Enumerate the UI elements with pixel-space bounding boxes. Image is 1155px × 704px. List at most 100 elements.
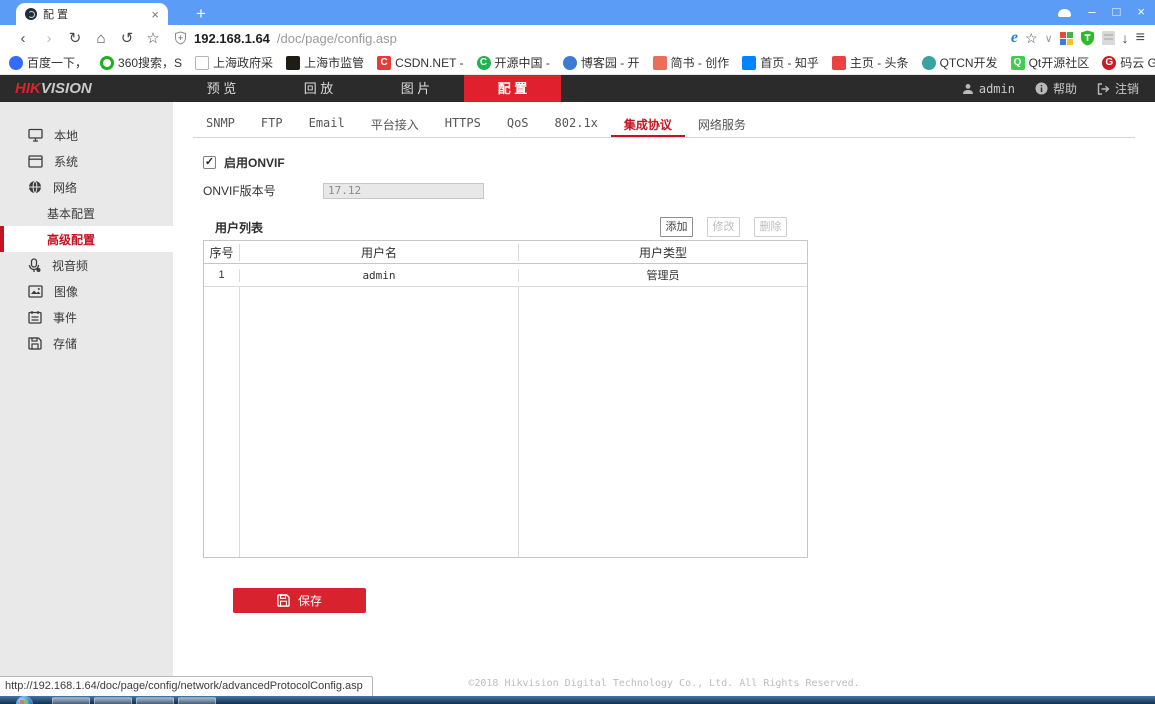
- nav-preview[interactable]: 预 览: [173, 75, 270, 102]
- sidebar-item-image[interactable]: 图像: [0, 278, 173, 304]
- bookmark-toutiao[interactable]: 主页 - 头条: [832, 54, 909, 71]
- minimize-button[interactable]: –: [1088, 4, 1095, 19]
- refresh-icon[interactable]: ↻: [62, 31, 88, 46]
- save-button[interactable]: 保存: [233, 588, 366, 613]
- sidebar-item-advanced-config[interactable]: 高级配置: [0, 226, 173, 252]
- tab-https[interactable]: HTTPS: [432, 116, 494, 137]
- bookmark-qtclub[interactable]: QQt开源社区: [1011, 54, 1090, 71]
- new-tab-button[interactable]: +: [196, 5, 206, 22]
- bookmark-oschina[interactable]: C开源中国 -: [477, 54, 550, 71]
- nav-playback[interactable]: 回 放: [270, 75, 367, 102]
- help-button[interactable]: 帮助: [1035, 80, 1077, 97]
- home-icon[interactable]: ⌂: [88, 31, 114, 46]
- modify-user-button: 修改: [707, 217, 740, 237]
- user-table-header: 序号 用户名 用户类型: [204, 241, 807, 264]
- chevron-down-icon[interactable]: ∨: [1045, 32, 1053, 45]
- back-icon[interactable]: ‹: [10, 31, 36, 46]
- sidebar-item-system[interactable]: 系统: [0, 148, 173, 174]
- bookmark-shgov[interactable]: 上海政府采: [195, 54, 273, 71]
- save-disk-icon: [277, 594, 290, 607]
- tab-ftp[interactable]: FTP: [248, 116, 296, 137]
- tab-platform-access[interactable]: 平台接入: [358, 116, 432, 137]
- tab-close-icon[interactable]: ×: [151, 8, 159, 21]
- restore-tab-icon[interactable]: ↺: [114, 31, 140, 46]
- address-bar[interactable]: 192.168.1.64/doc/page/config.asp: [166, 27, 1011, 49]
- snapshot-icon[interactable]: [1102, 31, 1115, 45]
- page-icon: [195, 56, 209, 70]
- bookmark-baidu[interactable]: 百度一下，: [9, 54, 87, 71]
- nav-picture[interactable]: 图 片: [367, 75, 464, 102]
- download-icon[interactable]: ↓: [1122, 30, 1129, 46]
- bookmark-cnblogs[interactable]: 博客园 - 开: [563, 54, 640, 71]
- sidebar-item-av[interactable]: 视音频: [0, 252, 173, 278]
- bookmark-qtcn[interactable]: QTCN开发: [922, 54, 998, 71]
- tab-email[interactable]: Email: [296, 116, 358, 137]
- forward-icon: ›: [36, 31, 62, 46]
- add-user-button[interactable]: 添加: [660, 217, 693, 237]
- baidu-icon: [9, 56, 23, 70]
- start-button-icon[interactable]: [16, 696, 33, 704]
- username: admin: [979, 82, 1015, 96]
- bookmarks-bar: 百度一下， 360搜索，S 上海政府采 上海市监管 CCSDN.NET - C开…: [0, 51, 1155, 75]
- user-list-panel: 用户列表 添加 修改 删除 序号 用户名 用户类型 1 adm: [203, 214, 808, 558]
- bookmark-360[interactable]: 360搜索，S: [100, 54, 182, 71]
- gitee-icon: G: [1102, 56, 1116, 70]
- monitor-icon: [28, 128, 43, 142]
- zhihu-icon: [742, 56, 756, 70]
- bookmark-gitee[interactable]: G码云 Gitee.co: [1102, 54, 1155, 71]
- bookmark-csdn[interactable]: CCSDN.NET -: [377, 56, 463, 70]
- status-bar-url: http://192.168.1.64/doc/page/config/netw…: [0, 676, 373, 696]
- sidebar-item-basic-config[interactable]: 基本配置: [0, 200, 173, 226]
- info-icon: [1035, 82, 1048, 95]
- col-username: 用户名: [239, 244, 519, 261]
- bookmark-star-icon[interactable]: ☆: [140, 31, 166, 46]
- url-host: 192.168.1.64: [194, 31, 270, 46]
- taskbar-app-4[interactable]: [178, 697, 216, 704]
- nav-config[interactable]: 配 置: [464, 75, 561, 102]
- tab-qos[interactable]: QoS: [494, 116, 542, 137]
- browser-tab[interactable]: 配 置 ×: [16, 3, 168, 25]
- user-table-empty-area: [204, 287, 807, 557]
- close-button[interactable]: ×: [1137, 4, 1145, 19]
- app-header: HIKVISION 预 览 回 放 图 片 配 置 admin 帮助 注销: [0, 75, 1155, 102]
- skin-icon[interactable]: [1058, 9, 1071, 17]
- qtcn-icon: [922, 56, 936, 70]
- logout-button[interactable]: 注销: [1097, 80, 1139, 97]
- tab-8021x[interactable]: 802.1x: [542, 116, 611, 137]
- tab-network-service[interactable]: 网络服务: [685, 116, 759, 137]
- image-icon: [28, 285, 43, 298]
- user-icon: [962, 83, 974, 95]
- favorite-star-icon[interactable]: ☆: [1025, 30, 1038, 47]
- 360-search-icon: [100, 56, 114, 70]
- sidebar-item-storage[interactable]: 存储: [0, 330, 173, 356]
- taskbar-app-1[interactable]: [52, 697, 90, 704]
- tab-snmp[interactable]: SNMP: [193, 116, 248, 137]
- enable-onvif-checkbox[interactable]: ✓: [203, 156, 216, 169]
- user-table-row[interactable]: 1 admin 管理员: [204, 264, 807, 287]
- tab-integration-protocol[interactable]: 集成协议: [611, 116, 685, 137]
- globe-icon: [28, 180, 42, 194]
- config-sidebar: 本地 系统 网络 基本配置 高级配置 视音频 图像 事件 存: [0, 102, 173, 696]
- sidebar-item-network[interactable]: 网络: [0, 174, 173, 200]
- col-no: 序号: [204, 244, 239, 261]
- storage-disk-icon: [28, 336, 42, 350]
- sh-market-icon: [286, 56, 300, 70]
- ie-mode-icon[interactable]: e: [1011, 29, 1018, 47]
- sidebar-item-event[interactable]: 事件: [0, 304, 173, 330]
- onvif-version-input: [323, 183, 484, 199]
- apps-grid-icon[interactable]: [1060, 32, 1073, 45]
- windows-taskbar[interactable]: [0, 696, 1155, 704]
- user-list-title: 用户列表: [203, 219, 263, 236]
- delete-user-button: 删除: [754, 217, 787, 237]
- security-shield-icon[interactable]: [1080, 30, 1095, 46]
- microphone-icon: [28, 258, 41, 273]
- cnblogs-icon: [563, 56, 577, 70]
- taskbar-app-3[interactable]: [136, 697, 174, 704]
- bookmark-zhihu[interactable]: 首页 - 知乎: [742, 54, 819, 71]
- taskbar-app-2[interactable]: [94, 697, 132, 704]
- menu-icon[interactable]: ≡: [1136, 29, 1145, 47]
- bookmark-jianshu[interactable]: 简书 - 创作: [653, 54, 730, 71]
- bookmark-shmarket[interactable]: 上海市监管: [286, 54, 364, 71]
- sidebar-item-local[interactable]: 本地: [0, 122, 173, 148]
- maximize-button[interactable]: □: [1113, 4, 1121, 19]
